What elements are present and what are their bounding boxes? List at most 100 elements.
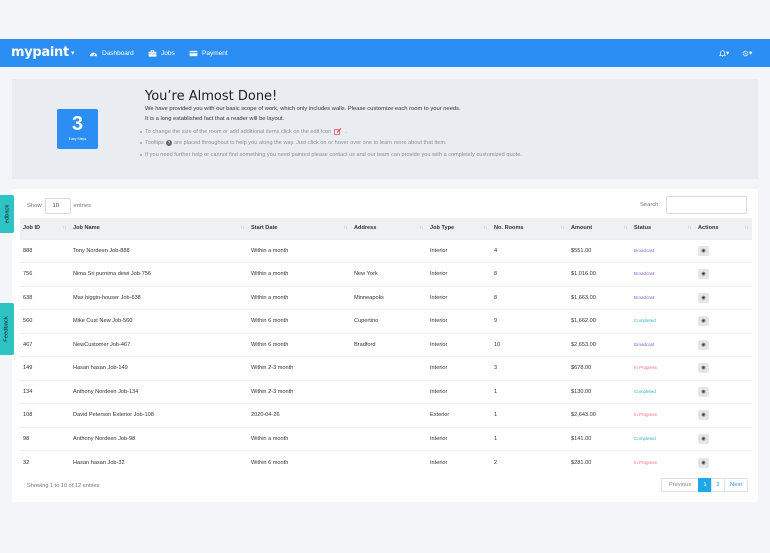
room-count-cell: 10	[491, 332, 568, 357]
column-header[interactable]: Address ↑↓	[351, 218, 427, 239]
column-header[interactable]: Job ID ↑↓	[20, 218, 70, 239]
column-header[interactable]: Job Type ↑↓	[427, 218, 491, 239]
status-cell: In Progress	[631, 403, 695, 427]
info-banner: 3 Easy Steps You’re Almost Done! We have…	[12, 79, 758, 179]
pagination-next[interactable]: Next	[724, 478, 748, 492]
address-cell	[351, 426, 427, 451]
sort-icon: ↑↓	[419, 225, 424, 231]
status-cell: Broadcast	[631, 262, 695, 286]
nav-payment[interactable]: Payment	[189, 39, 228, 67]
search-input[interactable]	[665, 196, 747, 214]
table-row: 98 Anthony Nordeen Job-98 Within a month In…	[20, 426, 752, 451]
banner-bullet-2: Tooltips ? are placed throughout to help…	[140, 140, 447, 146]
job-id-cell: 108	[20, 403, 70, 427]
nav-jobs-label: Jobs	[161, 49, 175, 57]
job-id-cell: 149	[20, 356, 70, 380]
amount-cell: $551.00	[568, 238, 631, 263]
pagination-previous[interactable]: Previous	[661, 478, 699, 492]
column-header[interactable]: Job Name ↑↓	[70, 218, 248, 239]
steps-badge: 3 Easy Steps	[57, 109, 98, 149]
entries-select[interactable]: 10	[44, 198, 71, 214]
start-date-cell: Within a month	[248, 238, 351, 263]
feedback-tab-2[interactable]: Feedback	[0, 303, 14, 355]
column-header[interactable]: Start Date ↑↓	[248, 218, 351, 239]
bell-icon	[719, 49, 726, 57]
address-cell	[351, 356, 427, 380]
view-button[interactable]: ◉	[698, 433, 709, 444]
column-header[interactable]: Status ↑↓	[631, 218, 695, 239]
actions-cell: ◉	[695, 332, 752, 357]
status-badge: In Progress	[634, 459, 658, 465]
actions-cell: ◉	[695, 356, 752, 380]
view-button[interactable]: ◉	[698, 339, 709, 350]
status-cell: In Progress	[631, 356, 695, 380]
nav-dashboard[interactable]: Dashboard	[89, 39, 134, 67]
eye-icon: ◉	[701, 318, 706, 325]
view-button[interactable]: ◉	[698, 292, 709, 303]
sort-icon: ↑↓	[240, 225, 245, 231]
eye-icon: ◉	[701, 341, 706, 348]
job-id-cell: 888	[20, 238, 70, 263]
column-header[interactable]: Amount ↑↓	[568, 218, 631, 239]
feedback-tab-1[interactable]: edback	[0, 195, 14, 233]
pagination-page-2[interactable]: 2	[711, 478, 725, 492]
table-row: 638 Max higgin-houser Job-638 Within a mon…	[20, 285, 752, 310]
status-cell: Completed	[631, 426, 695, 451]
briefcase-icon	[148, 49, 157, 57]
view-button[interactable]: ◉	[698, 410, 709, 421]
job-name-cell: NewCustomer Job-467	[70, 332, 248, 357]
address-cell: Bradford	[351, 332, 427, 357]
sort-icon: ↑↓	[687, 225, 692, 231]
status-cell: Broadcast	[631, 332, 695, 357]
job-type-cell: Interior	[427, 262, 491, 286]
view-button[interactable]: ◉	[698, 245, 709, 256]
room-count-cell: 8	[491, 262, 568, 286]
nav-payment-label: Payment	[202, 49, 228, 57]
address-cell	[351, 238, 427, 263]
notifications-button[interactable]: ▾	[719, 39, 729, 67]
dashboard-icon	[90, 52, 97, 56]
status-badge: Broadcast	[634, 271, 655, 277]
view-button[interactable]: ◉	[698, 316, 709, 327]
status-badge: Completed	[634, 388, 656, 394]
sort-icon: ↑↓	[343, 225, 348, 231]
view-button[interactable]: ◉	[698, 386, 709, 397]
pagination-page-1[interactable]: 1	[698, 478, 712, 492]
status-badge: In Progress	[634, 365, 658, 371]
eye-icon: ◉	[701, 435, 706, 442]
column-header[interactable]: No. Rooms ↑↓	[491, 218, 568, 239]
job-type-cell: Interior	[427, 426, 491, 451]
job-name-cell: Anthony Nordeen Job-98	[70, 426, 248, 451]
banner-title: You’re Almost Done!	[145, 89, 278, 104]
nav-jobs[interactable]: Jobs	[148, 39, 175, 67]
sort-icon: ↑↓	[560, 225, 565, 231]
table-row: 560 Mike Cust New Job-560 Within 6 month Cu…	[20, 309, 752, 333]
table-info: Showing 1 to 10 of 12 entries	[27, 483, 100, 489]
actions-cell: ◉	[695, 426, 752, 451]
eye-icon: ◉	[701, 271, 706, 278]
job-name-cell: Nima Sri purnima dewi Job-756	[70, 262, 248, 286]
room-count-cell: 1	[491, 379, 568, 404]
column-header[interactable]: Actions ↑↓	[695, 218, 752, 239]
table-row: 108 David Peterson Exterior Job-108 2020-0…	[20, 403, 752, 427]
question-icon[interactable]: ?	[165, 140, 172, 146]
banner-bullet-1: To change the size of the room or add ad…	[140, 128, 347, 135]
view-button[interactable]: ◉	[698, 269, 709, 280]
job-name-cell: David Peterson Exterior Job-108	[70, 403, 248, 427]
logo[interactable]: mypaint ▾	[11, 45, 74, 60]
view-button[interactable]: ◉	[698, 457, 709, 468]
job-name-cell: Mike Cust New Job-560	[70, 309, 248, 333]
table-header-row: Job ID ↑↓ Job Name ↑↓ Start Date ↑↓ Address ↑↓ J…	[20, 218, 752, 239]
steps-label: Easy Steps	[68, 137, 87, 141]
status-cell: Completed	[631, 309, 695, 333]
top-navbar: mypaint ▾ Dashboard Jobs Payment ▾ ▾	[0, 39, 770, 67]
job-type-cell: Interior	[427, 450, 491, 474]
actions-cell: ◉	[695, 379, 752, 404]
settings-button[interactable]: ▾	[742, 39, 752, 67]
eye-icon: ◉	[701, 412, 706, 419]
room-count-cell: 1	[491, 426, 568, 451]
actions-cell: ◉	[695, 262, 752, 286]
table-row: 134 Anthony Nordeen Job-134 Within 2-3 mon…	[20, 379, 752, 404]
jobs-table: Job ID ↑↓ Job Name ↑↓ Start Date ↑↓ Address ↑↓ J…	[20, 218, 752, 474]
view-button[interactable]: ◉	[698, 363, 709, 374]
